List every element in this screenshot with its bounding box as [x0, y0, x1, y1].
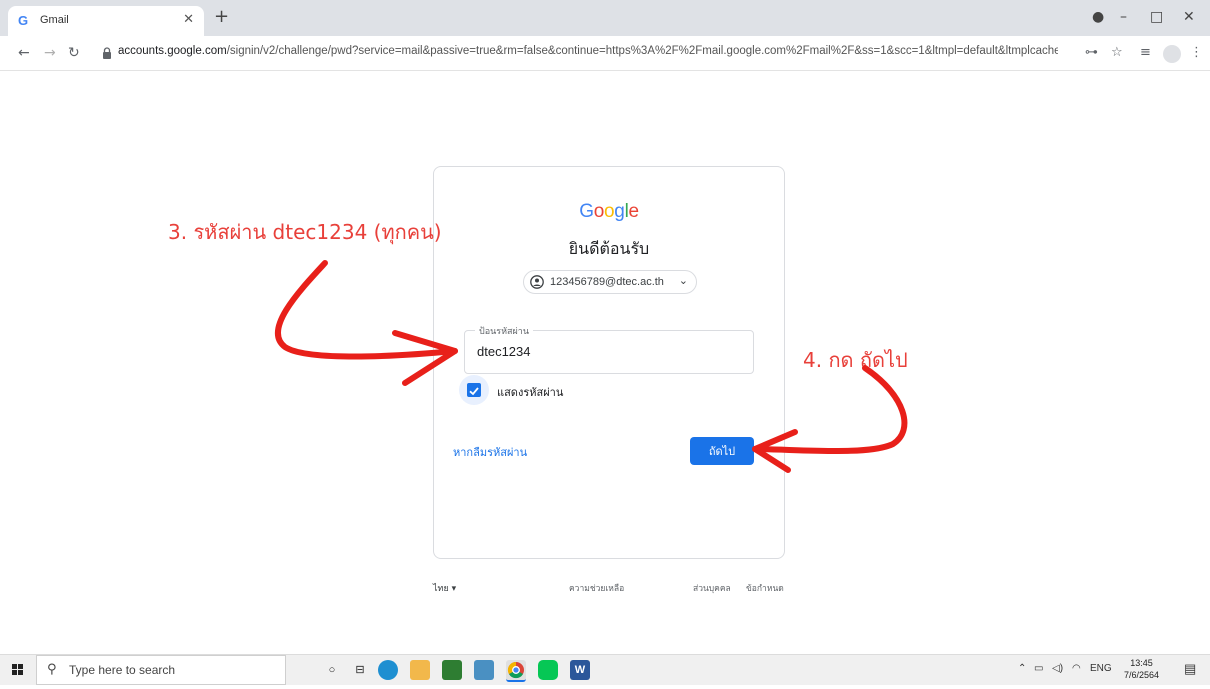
google-favicon-icon: G — [18, 13, 29, 28]
search-icon: ⚲ — [47, 662, 57, 677]
close-tab-icon[interactable]: ✕ — [183, 12, 194, 27]
clock-date: 7/6/2564 — [1124, 670, 1160, 680]
new-tab-button[interactable]: + — [214, 7, 229, 27]
excel-icon[interactable] — [442, 660, 462, 680]
key-icon[interactable]: ⊶ — [1085, 45, 1098, 61]
back-arrow-icon[interactable]: ← — [18, 44, 30, 62]
language-value: ไทย — [433, 584, 449, 594]
windows-taskbar: ⚲ Type here to search ○ ⊟ W ⌃ ▭ ◁) ◠ ENG… — [0, 654, 1210, 685]
file-explorer-icon[interactable] — [410, 660, 430, 680]
account-email: 123456789@dtec.ac.th — [550, 276, 664, 288]
lock-icon — [103, 47, 111, 59]
maximize-button[interactable]: □ — [1150, 8, 1163, 26]
browser-toolbar: ← → ↻ accounts.google.com/signin/v2/chal… — [0, 36, 1210, 71]
edge-icon[interactable] — [378, 660, 398, 680]
reading-list-icon[interactable]: ≡ — [1140, 45, 1151, 61]
wifi-icon[interactable]: ◠ — [1072, 663, 1081, 674]
page-title: ยินดีต้อนรับ — [568, 239, 650, 258]
annotation-step4: 4. กด ถัดไป — [803, 348, 908, 372]
url-host: accounts.google.com — [118, 45, 227, 57]
show-password-label[interactable]: แสดงรหัสผ่าน — [497, 383, 563, 401]
signin-card: Google ยินดีต้อนรับ 123456789@dtec.ac.th… — [433, 166, 785, 559]
forgot-password-link[interactable]: หากลืมรหัสผ่าน — [453, 443, 527, 461]
volume-icon[interactable]: ◁) — [1052, 663, 1063, 674]
address-bar[interactable]: accounts.google.com/signin/v2/challenge/… — [118, 45, 1058, 57]
clock[interactable]: 13:45 7/6/2564 — [1124, 657, 1159, 681]
annotation-step3: 3. รหัสผ่าน dtec1234 (ทุกคน) — [168, 220, 442, 244]
task-view-icon[interactable]: ⊟ — [350, 660, 370, 680]
account-circle-icon — [530, 275, 544, 289]
forward-arrow-icon[interactable]: → — [44, 44, 56, 62]
chevron-down-icon: ⌄ — [678, 274, 688, 287]
chrome-icon[interactable] — [506, 660, 526, 682]
tab-bar: G Gmail ✕ + ● – □ ✕ — [0, 0, 1210, 36]
close-window-button[interactable]: ✕ — [1183, 8, 1195, 26]
profile-dot-icon[interactable]: ● — [1092, 8, 1104, 26]
taskbar-search[interactable]: ⚲ Type here to search — [36, 655, 286, 685]
url-path: /signin/v2/challenge/pwd?service=mail&pa… — [226, 45, 1058, 57]
tab-title: Gmail — [40, 14, 69, 26]
footer-link-terms[interactable]: ข้อกำหนด — [746, 581, 784, 595]
google-logo: Google — [579, 201, 639, 222]
show-password-checkbox[interactable] — [459, 375, 489, 405]
tray-chevron-icon[interactable]: ⌃ — [1018, 663, 1026, 674]
input-language[interactable]: ENG — [1090, 663, 1112, 674]
checkbox-checked[interactable] — [467, 383, 481, 397]
password-field[interactable]: ป้อนรหัสผ่าน — [464, 324, 754, 374]
next-button[interactable]: ถัดไป — [690, 437, 754, 465]
password-label: ป้อนรหัสผ่าน — [475, 324, 534, 338]
reload-icon[interactable]: ↻ — [68, 44, 80, 62]
chrome-logo-icon — [507, 661, 524, 679]
notification-icon[interactable]: ▤ — [1184, 661, 1196, 677]
checkmark-icon — [469, 387, 479, 396]
footer-link-privacy[interactable]: ส่วนบุคคล — [693, 581, 731, 595]
battery-icon[interactable]: ▭ — [1034, 663, 1043, 674]
browser-tab-gmail[interactable]: G Gmail ✕ — [8, 6, 204, 36]
profile-avatar-icon[interactable] — [1163, 45, 1181, 63]
footer-link-help[interactable]: ความช่วยเหลือ — [569, 581, 624, 595]
line-icon[interactable] — [538, 660, 558, 680]
clock-time: 13:45 — [1130, 658, 1153, 668]
app-icon[interactable] — [474, 660, 494, 680]
more-menu-icon[interactable]: ⋮ — [1190, 45, 1203, 61]
language-select[interactable]: ไทย ▾ — [433, 581, 456, 595]
search-placeholder: Type here to search — [69, 663, 176, 677]
account-chip[interactable]: 123456789@dtec.ac.th ⌄ — [523, 270, 697, 294]
start-button[interactable] — [0, 655, 36, 685]
annotation-arrow-3 — [275, 260, 458, 360]
windows-logo-icon — [12, 664, 23, 675]
word-icon[interactable]: W — [570, 660, 590, 680]
password-input[interactable] — [477, 344, 737, 359]
star-icon[interactable]: ☆ — [1111, 45, 1123, 61]
minimize-button[interactable]: – — [1120, 8, 1127, 26]
cortana-icon[interactable]: ○ — [322, 660, 342, 680]
